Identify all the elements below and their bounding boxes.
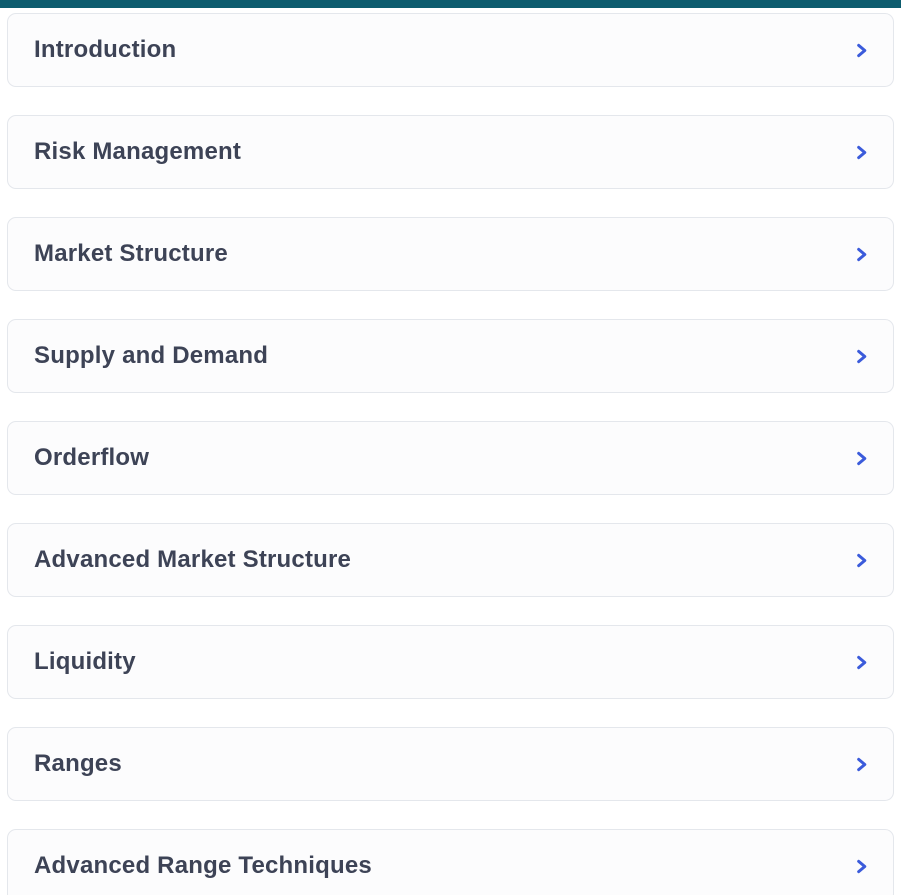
chevron-right-icon [854, 552, 869, 569]
chevron-right-icon [854, 144, 869, 161]
accordion-item-title: Advanced Range Techniques [34, 852, 372, 880]
chevron-right-icon [854, 756, 869, 773]
chevron-right-icon [854, 348, 869, 365]
accordion-item-liquidity[interactable]: Liquidity [7, 625, 894, 699]
accordion-item-title: Introduction [34, 36, 176, 64]
chevron-right-icon [854, 42, 869, 59]
accordion-item-title: Market Structure [34, 240, 228, 268]
accordion-item-title: Ranges [34, 750, 122, 778]
top-accent-bar [0, 0, 901, 8]
chevron-right-icon [854, 450, 869, 467]
accordion-item-advanced-market-structure[interactable]: Advanced Market Structure [7, 523, 894, 597]
accordion-item-title: Supply and Demand [34, 342, 268, 370]
course-section-list: Introduction Risk Management Market Stru… [0, 8, 901, 895]
chevron-right-icon [854, 246, 869, 263]
accordion-item-introduction[interactable]: Introduction [7, 13, 894, 87]
chevron-right-icon [854, 858, 869, 875]
accordion-item-advanced-range-techniques[interactable]: Advanced Range Techniques [7, 829, 894, 895]
accordion-item-title: Advanced Market Structure [34, 546, 351, 574]
accordion-item-risk-management[interactable]: Risk Management [7, 115, 894, 189]
accordion-item-orderflow[interactable]: Orderflow [7, 421, 894, 495]
accordion-item-supply-and-demand[interactable]: Supply and Demand [7, 319, 894, 393]
accordion-item-title: Liquidity [34, 648, 136, 676]
chevron-right-icon [854, 654, 869, 671]
accordion-item-market-structure[interactable]: Market Structure [7, 217, 894, 291]
accordion-item-ranges[interactable]: Ranges [7, 727, 894, 801]
accordion-item-title: Orderflow [34, 444, 149, 472]
accordion-item-title: Risk Management [34, 138, 241, 166]
